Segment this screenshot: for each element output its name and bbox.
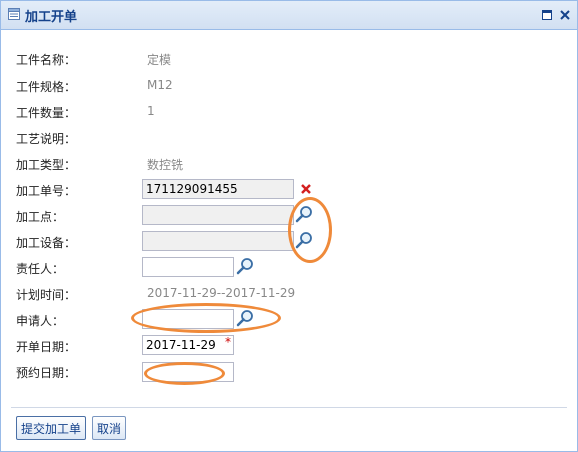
dialog-titlebar[interactable]: 加工开单 (1, 1, 577, 30)
annotation-ellipse (288, 197, 332, 263)
plan-time-label: 计划时间： (16, 288, 77, 302)
search-icon[interactable] (236, 257, 254, 275)
submit-order-button[interactable]: 提交加工单 (16, 416, 86, 440)
part-spec-value: M12 (147, 78, 173, 92)
maximize-icon[interactable] (541, 9, 553, 21)
clear-icon[interactable] (299, 182, 313, 196)
owner-field[interactable] (142, 257, 234, 277)
form-icon (8, 8, 20, 20)
cancel-button[interactable]: 取消 (92, 416, 126, 440)
order-no-field[interactable] (142, 179, 294, 199)
process-type-value: 数控铣 (147, 158, 184, 172)
equipment-field[interactable] (142, 231, 294, 251)
process-order-dialog: 加工开单 工件名称： 定模 工件规格： M12 工件数量： 1 工艺说明： 加工… (0, 0, 578, 452)
booking-date-label: 预约日期： (16, 366, 77, 380)
equipment-label: 加工设备： (16, 236, 77, 250)
part-spec-label: 工件规格： (16, 80, 77, 94)
process-type-label: 加工类型： (16, 158, 77, 172)
open-date-label: 开单日期： (16, 340, 77, 354)
location-label: 加工点： (16, 210, 65, 224)
location-field[interactable] (142, 205, 294, 225)
process-desc-label: 工艺说明： (16, 132, 77, 146)
annotation-ellipse (131, 303, 281, 333)
part-name-label: 工件名称： (16, 53, 77, 67)
open-date-field[interactable] (142, 335, 234, 355)
applicant-label: 申请人： (16, 314, 65, 328)
close-icon[interactable] (559, 9, 571, 21)
dialog-title: 加工开单 (25, 10, 78, 25)
annotation-ellipse (144, 362, 225, 385)
part-qty-value: 1 (147, 104, 155, 118)
order-no-label: 加工单号： (16, 184, 77, 198)
part-qty-label: 工件数量： (16, 106, 77, 120)
plan-time-value: 2017-11-29--2017-11-29 (147, 286, 296, 300)
part-name-value: 定模 (147, 53, 172, 67)
footer-divider (11, 407, 567, 408)
owner-label: 责任人： (16, 262, 65, 276)
required-marker: * (225, 335, 231, 349)
